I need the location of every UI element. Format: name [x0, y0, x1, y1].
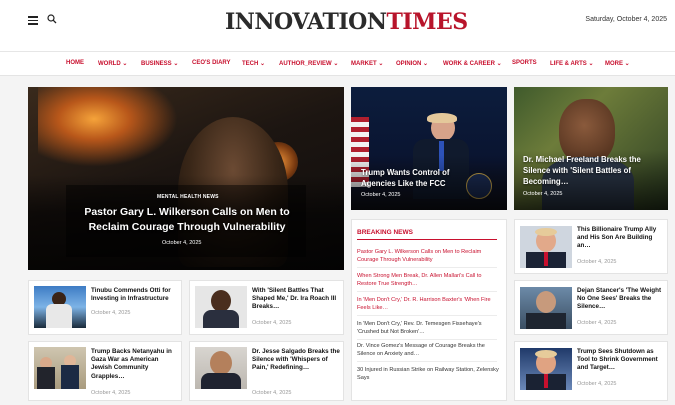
article-thumb-1: [34, 286, 86, 328]
article-card-4[interactable]: Dr. Jesse Salgado Breaks the Silence wit…: [189, 341, 344, 401]
feature-right-title[interactable]: Dr. Michael Freeland Breaks the Silence …: [523, 154, 663, 187]
side-title-3[interactable]: Trump Sees Shutdown as Tool to Shrink Go…: [577, 348, 665, 373]
breaking-divider: [357, 315, 497, 316]
site-logo[interactable]: INNOVATIONTIMES: [225, 9, 468, 35]
article-date-4: October 4, 2025: [252, 390, 292, 396]
side-article-1[interactable]: This Billionaire Trump Ally and His Son …: [514, 219, 668, 274]
breaking-item-4[interactable]: In 'Men Don't Cry,' Rev. Dr. Temesgen Fi…: [357, 320, 499, 336]
header-date: Saturday, October 4, 2025: [585, 16, 667, 23]
feature-mid-title[interactable]: Trump Wants Control of Agencies Like the…: [361, 167, 481, 189]
article-date-3: October 4, 2025: [91, 390, 131, 396]
article-card-2[interactable]: With 'Silent Battles That Shaped Me,' Dr…: [189, 280, 344, 335]
article-card-1[interactable]: Tinubu Commends Otti for Investing in In…: [28, 280, 182, 335]
nav-market[interactable]: MARKET ⌄: [351, 60, 383, 67]
nav-more[interactable]: MORE ⌄: [605, 60, 630, 67]
breaking-divider: [357, 339, 497, 340]
breaking-item-6[interactable]: 30 Injured in Russian Strike on Railway …: [357, 366, 499, 382]
logo-text-times: TIMES: [386, 9, 468, 35]
article-title-4[interactable]: Dr. Jesse Salgado Breaks the Silence wit…: [252, 348, 340, 373]
search-icon[interactable]: [47, 14, 57, 24]
breaking-divider: [357, 267, 497, 268]
breaking-divider: [357, 361, 497, 362]
feature-article-mid[interactable]: Trump Wants Control of Agencies Like the…: [351, 87, 507, 210]
breaking-news-underline: [357, 239, 497, 240]
logo-text-innovation: INNOVATION: [225, 9, 387, 35]
breaking-item-1[interactable]: Pastor Gary L. Wilkerson Calls on Men to…: [357, 248, 499, 264]
hero-date: October 4, 2025: [162, 240, 202, 246]
side-date-1: October 4, 2025: [577, 259, 617, 265]
nav-home[interactable]: HOME: [66, 60, 84, 66]
article-date-1: October 4, 2025: [91, 310, 131, 316]
article-title-2[interactable]: With 'Silent Battles That Shaped Me,' Dr…: [252, 287, 340, 312]
article-title-1[interactable]: Tinubu Commends Otti for Investing in In…: [91, 287, 179, 303]
main-nav: HOME WORLD ⌄ BUSINESS ⌄ CEO'S DIARY TECH…: [0, 52, 675, 76]
side-thumb-3: [520, 348, 572, 390]
breaking-item-2[interactable]: When Strong Men Break, Dr. Allen Mallari…: [357, 272, 499, 288]
article-card-3[interactable]: Trump Backs Netanyahu in Gaza War as Ame…: [28, 341, 182, 401]
hero-article[interactable]: MENTAL HEALTH NEWS Pastor Gary L. Wilker…: [28, 87, 344, 270]
article-thumb-3: [34, 347, 86, 389]
hero-title[interactable]: Pastor Gary L. Wilkerson Calls on Men to…: [72, 205, 302, 235]
article-thumb-2: [195, 286, 247, 328]
hamburger-icon[interactable]: [28, 16, 38, 25]
nav-world[interactable]: WORLD ⌄: [98, 60, 127, 67]
nav-ceos-diary[interactable]: CEO'S DIARY: [192, 60, 231, 66]
site-header: INNOVATIONTIMES Saturday, October 4, 202…: [0, 0, 675, 52]
article-date-2: October 4, 2025: [252, 320, 292, 326]
side-article-2[interactable]: Dejan Stancer's 'The Weight No One Sees'…: [514, 280, 668, 335]
side-article-3[interactable]: Trump Sees Shutdown as Tool to Shrink Go…: [514, 341, 668, 401]
breaking-news-heading: BREAKING NEWS: [357, 229, 413, 236]
feature-mid-date: October 4, 2025: [361, 192, 401, 198]
nav-business[interactable]: BUSINESS ⌄: [141, 60, 178, 67]
feature-right-date: October 4, 2025: [523, 191, 563, 197]
article-title-3[interactable]: Trump Backs Netanyahu in Gaza War as Ame…: [91, 348, 179, 381]
side-date-3: October 4, 2025: [577, 381, 617, 387]
breaking-item-5[interactable]: Dr. Vince Gomez's Message of Courage Bre…: [357, 342, 499, 358]
nav-tech[interactable]: TECH ⌄: [242, 60, 265, 67]
article-thumb-4: [195, 347, 247, 389]
side-title-1[interactable]: This Billionaire Trump Ally and His Son …: [577, 226, 665, 251]
side-thumb-1: [520, 226, 572, 268]
side-thumb-2: [520, 287, 572, 329]
nav-life-arts[interactable]: LIFE & ARTS ⌄: [550, 60, 593, 67]
hero-photo: [38, 87, 178, 167]
feature-article-right[interactable]: Dr. Michael Freeland Breaks the Silence …: [514, 87, 668, 210]
breaking-item-3[interactable]: In 'Men Don't Cry,' Dr. R. Harrison Baxt…: [357, 296, 499, 312]
hero-category[interactable]: MENTAL HEALTH NEWS: [157, 194, 219, 200]
side-title-2[interactable]: Dejan Stancer's 'The Weight No One Sees'…: [577, 287, 665, 312]
side-date-2: October 4, 2025: [577, 320, 617, 326]
nav-opinion[interactable]: OPINION ⌄: [396, 60, 428, 67]
nav-sports[interactable]: SPORTS: [512, 60, 537, 66]
breaking-divider: [357, 291, 497, 292]
nav-author-review[interactable]: AUTHOR_REVIEW ⌄: [279, 60, 338, 67]
nav-work-career[interactable]: WORK & CAREER ⌄: [443, 60, 502, 67]
